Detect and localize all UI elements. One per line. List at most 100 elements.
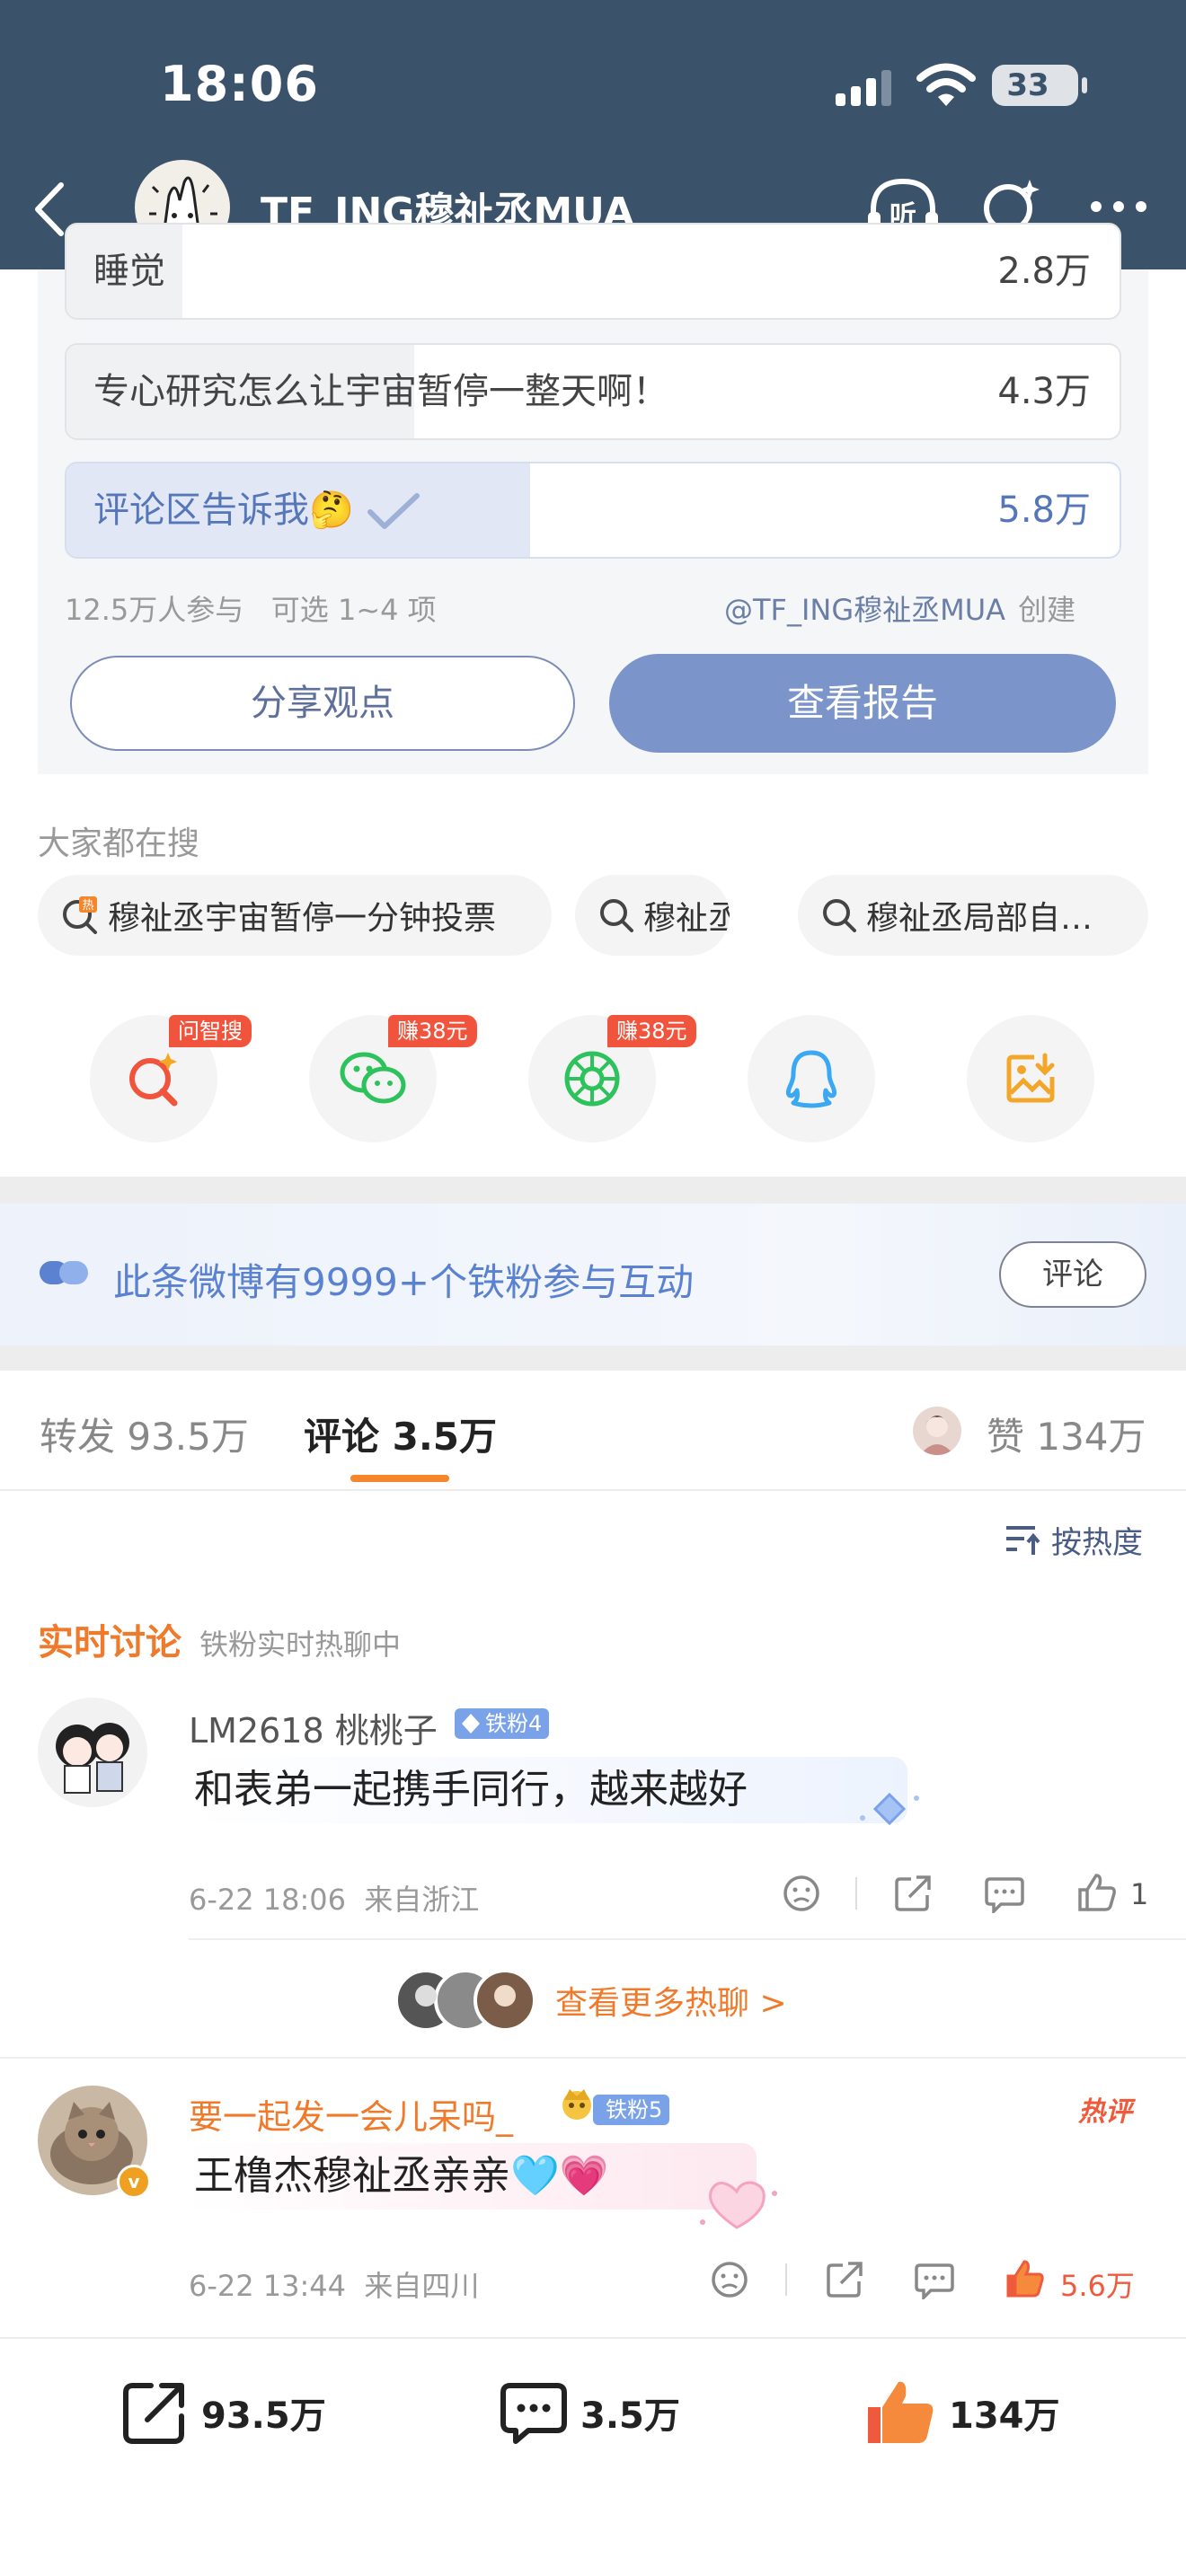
divider [0,2057,1186,2059]
reply-icon[interactable] [985,1875,1024,1913]
sort-label: 按热度 [1051,1525,1143,1561]
comment-meta: 6-22 13:44 来自四川 [189,2263,479,2305]
view-report-button[interactable]: 查看报告 [609,654,1116,753]
comment-username[interactable]: 要一起发一会儿呆吗_ [189,2089,513,2139]
heart-sticker-icon [700,2181,777,2229]
share-save-image-button[interactable] [967,1015,1094,1142]
check-icon [367,493,420,529]
share-badge: 赚38元 [607,1015,696,1047]
participant-avatars [394,1969,536,2032]
poll-creator-name[interactable]: @TF_ING穆祉丞MUA [724,593,1005,627]
search-chip[interactable]: 穆祉丞 [575,875,730,956]
more-hot-chats-link[interactable]: 查看更多热聊 > [394,1969,787,2032]
poll-option[interactable]: 专心研究怎么让宇宙暂停一整天啊！ 4.3万 [65,343,1121,440]
battery-icon: 33 [992,65,1078,106]
bottom-repost-button[interactable]: 93.5万 [120,2378,326,2447]
battery-nub [1082,77,1087,93]
divider [189,1938,1186,1940]
search-chip-label: 穆祉丞宇宙暂停一分钟投票 [108,900,497,937]
divider [0,1489,1186,1491]
like-icon[interactable] [1076,1872,1118,1913]
svg-text:热: 热 [82,899,93,913]
verified-badge-icon: v [117,2165,151,2199]
share-badge: 赚38元 [388,1015,477,1047]
share-opinion-button[interactable]: 分享观点 [70,656,575,751]
diamond-sparkle-icon [860,1792,919,1826]
poll-creator-suffix: 创建 [1018,593,1076,627]
reply-icon[interactable] [915,2262,954,2299]
poll-creator[interactable]: @TF_ING穆祉丞MUA 创建 [724,587,1075,629]
more-icon[interactable] [1087,196,1150,217]
diamond-icon [462,1714,480,1734]
moments-icon [564,1051,620,1107]
search-icon [600,899,633,932]
divider [0,1177,1186,1204]
poll-participants: 12.5万人参与 [65,593,244,627]
live-discussion-title: 实时讨论 [38,1622,181,1663]
comment-time: 6-22 13:44 [189,2269,347,2303]
qq-icon [785,1050,837,1108]
battery-level: 33 [1006,67,1049,103]
bottom-like-button[interactable]: 134万 [864,2378,1060,2447]
repost-count: 93.5万 [201,2395,326,2437]
divider [0,1345,1186,1371]
comment-text[interactable]: 王橹杰穆祉丞亲亲🩵💗 [185,2143,757,2210]
share-qq-button[interactable] [748,1015,875,1142]
member-crown-icon [562,2089,591,2120]
dislike-icon[interactable] [782,1874,821,1913]
repost-icon[interactable] [825,2260,864,2299]
comment-meta: 6-22 18:06 来自浙江 [189,1877,479,1919]
hot-comment-tag: 热评 [1078,2096,1132,2128]
search-chip[interactable]: 穆祉丞局部自… [798,875,1148,956]
poll-option-label: 专心研究怎么让宇宙暂停一整天啊！ [93,371,668,412]
divider [0,2337,1186,2339]
comment-count: 3.5万 [580,2395,680,2437]
comment-button[interactable]: 评论 [999,1241,1146,1308]
dislike-icon[interactable] [710,2260,749,2299]
like-icon-active[interactable] [1005,2258,1046,2299]
like-count: 134万 [949,2395,1060,2437]
comment-username[interactable]: LM2618 桃桃子 [189,1703,438,1752]
repost-icon[interactable] [893,1874,933,1913]
comment-text[interactable]: 和表弟一起携手同行，越来越好 [185,1757,907,1823]
more-hot-label: 查看更多热聊 > [555,1985,787,2022]
search-icon [823,899,856,932]
search-heading: 大家都在搜 [38,825,200,862]
poll-option-count: 4.3万 [997,371,1091,412]
poll-meta: 12.5万人参与 可选 1~4 项 [65,587,437,629]
poll-option-selected[interactable]: 评论区告诉我🤔 5.8万 [65,462,1121,559]
wifi-icon [916,63,976,108]
tab-indicator [350,1475,449,1482]
tab-likes[interactable]: 赞 134万 [987,1407,1146,1461]
comment-icon [500,2383,567,2444]
comment-like-count: 1 [1130,1877,1149,1911]
comment-location: 来自浙江 [364,1883,480,1917]
action-divider [855,1877,857,1910]
live-discussion-subtitle: 铁粉实时热聊中 [199,1628,402,1662]
sort-icon [1006,1525,1040,1555]
repost-icon [123,2383,184,2444]
action-divider [785,2263,787,2296]
hot-search-icon: 热 [63,896,97,934]
poll-option[interactable]: 睡觉 2.8万 [65,223,1121,320]
tab-repost[interactable]: 转发 93.5万 [40,1407,249,1461]
status-time: 18:06 [160,56,319,112]
liker-avatar [913,1407,961,1455]
ai-search-icon [129,1053,178,1107]
poll-option-label: 评论区告诉我🤔 [93,463,420,557]
fan-icon [40,1257,90,1288]
wechat-icon [340,1052,406,1104]
like-icon-active [868,2381,934,2443]
bottom-comment-button[interactable]: 3.5万 [500,2378,680,2447]
cellular-signal-icon [836,70,898,106]
search-chip-label: 穆祉丞局部自… [866,900,1093,937]
tab-comment[interactable]: 评论 3.5万 [304,1407,497,1461]
comment-like-count: 5.6万 [1060,2269,1135,2303]
sort-toggle[interactable]: 按热度 [1005,1518,1143,1562]
poll-choice-rule: 可选 1~4 项 [270,593,437,627]
poll-option-count: 2.8万 [997,251,1091,292]
comment-location: 来自四川 [364,2269,480,2303]
search-chip[interactable]: 热 穆祉丞宇宙暂停一分钟投票 [38,875,552,956]
search-chip-label: 穆祉丞 [643,900,730,937]
comment-avatar[interactable] [38,1698,147,1807]
